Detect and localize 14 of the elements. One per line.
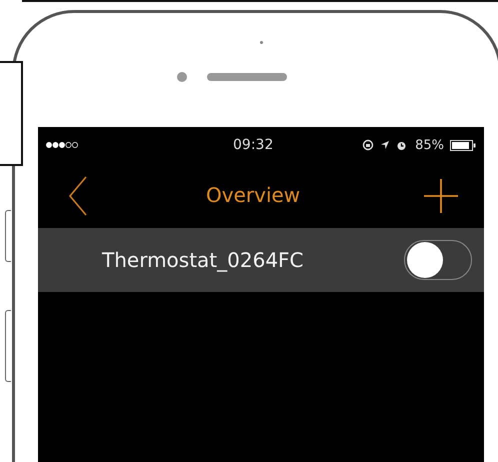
back-chevron-icon[interactable]	[68, 176, 88, 216]
device-row[interactable]: Thermostat_0264FC	[38, 228, 484, 292]
sensor-dot	[260, 41, 263, 44]
battery-icon	[450, 140, 476, 150]
signal-icon	[46, 141, 80, 149]
location-arrow-icon	[380, 140, 390, 150]
add-icon[interactable]	[424, 178, 458, 212]
toggle-switch[interactable]	[404, 240, 472, 280]
camera-icon	[176, 72, 186, 82]
status-time: 09:32	[233, 137, 274, 153]
battery-percent: 85%	[415, 138, 444, 152]
device-name: Thermostat_0264FC	[102, 248, 304, 272]
alarm-icon	[396, 140, 408, 150]
nav-title: Overview	[206, 183, 300, 207]
